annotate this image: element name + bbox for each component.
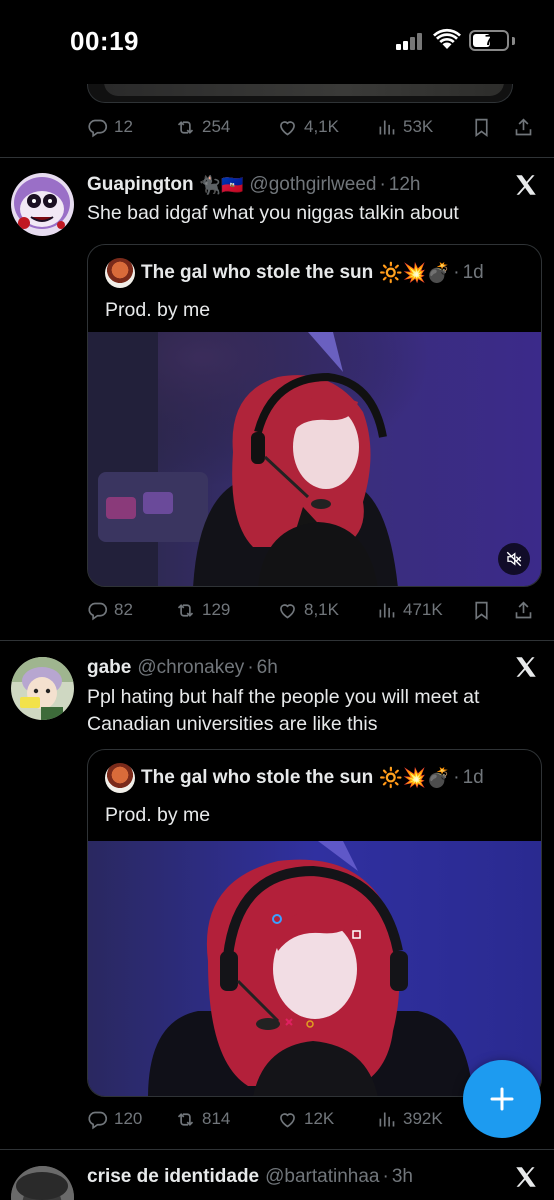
signal-icon bbox=[396, 33, 426, 50]
like-icon bbox=[280, 1112, 295, 1127]
handle[interactable]: @gothgirlweed bbox=[249, 174, 376, 196]
display-name[interactable]: Guapington bbox=[87, 174, 194, 196]
quote-tweet[interactable]: The gal who stole the sun 🔆💥💣 · 1d Prod.… bbox=[87, 749, 542, 1097]
like-button[interactable]: 8,1K bbox=[277, 596, 339, 624]
views-button[interactable]: 53K bbox=[376, 113, 433, 141]
share-icon bbox=[515, 600, 532, 618]
like-button[interactable]: 4,1K bbox=[277, 113, 339, 141]
bookmark-icon bbox=[475, 601, 488, 620]
repost-icon bbox=[177, 120, 194, 134]
quote-name-emoji: 🔆💥💣 bbox=[379, 263, 451, 284]
avatar[interactable] bbox=[11, 657, 74, 720]
battery-icon: 7 bbox=[469, 30, 509, 51]
repost-button[interactable]: 129 bbox=[175, 596, 230, 624]
quote-avatar bbox=[105, 763, 135, 793]
share-button[interactable] bbox=[513, 113, 534, 141]
handle[interactable]: @chronakey bbox=[137, 657, 244, 679]
quote-display-name: The gal who stole the sun bbox=[141, 262, 374, 283]
compose-button[interactable] bbox=[463, 1060, 541, 1138]
tweet-header: Guapington 🐈‍⬛🇭🇹 @gothgirlweed · 12h bbox=[87, 174, 421, 196]
repost-icon bbox=[177, 1112, 194, 1126]
views-icon bbox=[379, 1112, 395, 1126]
reply-count: 82 bbox=[114, 600, 133, 619]
views-count: 53K bbox=[403, 117, 434, 136]
repost-button[interactable]: 814 bbox=[175, 1105, 230, 1133]
views-icon bbox=[379, 120, 395, 134]
status-time: 00:19 bbox=[70, 26, 139, 56]
reply-button[interactable]: 82 bbox=[87, 596, 133, 624]
plus-icon bbox=[490, 1087, 514, 1111]
quote-header: The gal who stole the sun 🔆💥💣 · 1d bbox=[105, 763, 484, 793]
like-button[interactable]: 12K bbox=[277, 1105, 334, 1133]
reply-icon bbox=[88, 119, 108, 137]
repost-icon bbox=[177, 603, 194, 617]
quote-text: Prod. by me bbox=[105, 804, 211, 826]
repost-count: 129 bbox=[202, 600, 231, 619]
views-icon bbox=[379, 603, 395, 617]
quote-display-name: The gal who stole the sun bbox=[141, 767, 374, 788]
views-button[interactable]: 471K bbox=[376, 596, 443, 624]
tweet-text: Ppl hating but half the people you will … bbox=[87, 686, 480, 735]
quote-timestamp: 1d bbox=[462, 767, 484, 788]
handle[interactable]: @bartatinhaa bbox=[265, 1166, 379, 1188]
reply-button[interactable]: 12 bbox=[87, 113, 133, 141]
repost-count: 814 bbox=[202, 1109, 231, 1128]
quote-tweet[interactable]: The gal who stole the sun 🔆💥💣 · 1d Prod.… bbox=[87, 244, 542, 587]
share-icon bbox=[515, 117, 532, 135]
mute-button[interactable] bbox=[498, 543, 530, 575]
x-logo-icon[interactable] bbox=[513, 172, 539, 198]
views-button[interactable]: 392K bbox=[376, 1105, 443, 1133]
views-count: 392K bbox=[403, 1109, 443, 1128]
quote-text: Prod. by me bbox=[105, 299, 211, 321]
like-icon bbox=[280, 603, 295, 618]
bookmark-icon bbox=[475, 118, 488, 137]
reply-count: 120 bbox=[114, 1109, 143, 1128]
views-count: 471K bbox=[403, 600, 443, 619]
name-emoji: 🐈‍⬛🇭🇹 bbox=[198, 174, 244, 195]
divider bbox=[0, 1149, 554, 1150]
like-icon bbox=[280, 120, 295, 135]
display-name[interactable]: crise de identidade bbox=[87, 1166, 259, 1188]
avatar[interactable] bbox=[11, 173, 74, 236]
tweet-header: gabe @chronakey · 6h bbox=[87, 657, 278, 679]
timestamp[interactable]: 3h bbox=[392, 1166, 413, 1188]
quote-name-emoji: 🔆💥💣 bbox=[379, 768, 451, 789]
bookmark-button[interactable] bbox=[471, 596, 492, 624]
quote-header: The gal who stole the sun 🔆💥💣 · 1d bbox=[105, 258, 484, 288]
wifi-icon bbox=[433, 28, 461, 49]
status-bar: 00:19 7 bbox=[0, 0, 554, 84]
divider bbox=[0, 640, 554, 641]
previous-tweet-actions: 12 254 4,1K 53K bbox=[87, 113, 539, 141]
timestamp[interactable]: 12h bbox=[389, 174, 421, 196]
tweet-header: crise de identidade @bartatinhaa · 3h bbox=[87, 1166, 413, 1188]
battery-level: 7 bbox=[484, 32, 494, 49]
like-count: 12K bbox=[304, 1109, 335, 1128]
tweet-actions: 82 129 8,1K 471K bbox=[87, 596, 539, 624]
tweet-text: She bad idgaf what you niggas talkin abo… bbox=[87, 202, 459, 224]
bookmark-button[interactable] bbox=[471, 113, 492, 141]
like-count: 8,1K bbox=[304, 600, 339, 619]
like-count: 4,1K bbox=[304, 117, 339, 136]
repost-count: 254 bbox=[202, 117, 231, 136]
quote-video[interactable] bbox=[88, 841, 541, 1096]
display-name[interactable]: gabe bbox=[87, 657, 131, 679]
avatar[interactable] bbox=[11, 1166, 74, 1200]
reply-count: 12 bbox=[114, 117, 133, 136]
timestamp[interactable]: 6h bbox=[257, 657, 278, 679]
reply-icon bbox=[88, 602, 108, 620]
repost-button[interactable]: 254 bbox=[175, 113, 230, 141]
reply-icon bbox=[88, 1111, 108, 1129]
x-logo-icon[interactable] bbox=[513, 1164, 539, 1190]
x-logo-icon[interactable] bbox=[513, 654, 539, 680]
quote-video[interactable] bbox=[88, 332, 541, 586]
share-button[interactable] bbox=[513, 596, 534, 624]
quote-timestamp: 1d bbox=[462, 262, 484, 283]
divider bbox=[0, 157, 554, 158]
quote-avatar bbox=[105, 258, 135, 288]
mute-icon bbox=[506, 551, 522, 567]
reply-button[interactable]: 120 bbox=[87, 1105, 142, 1133]
